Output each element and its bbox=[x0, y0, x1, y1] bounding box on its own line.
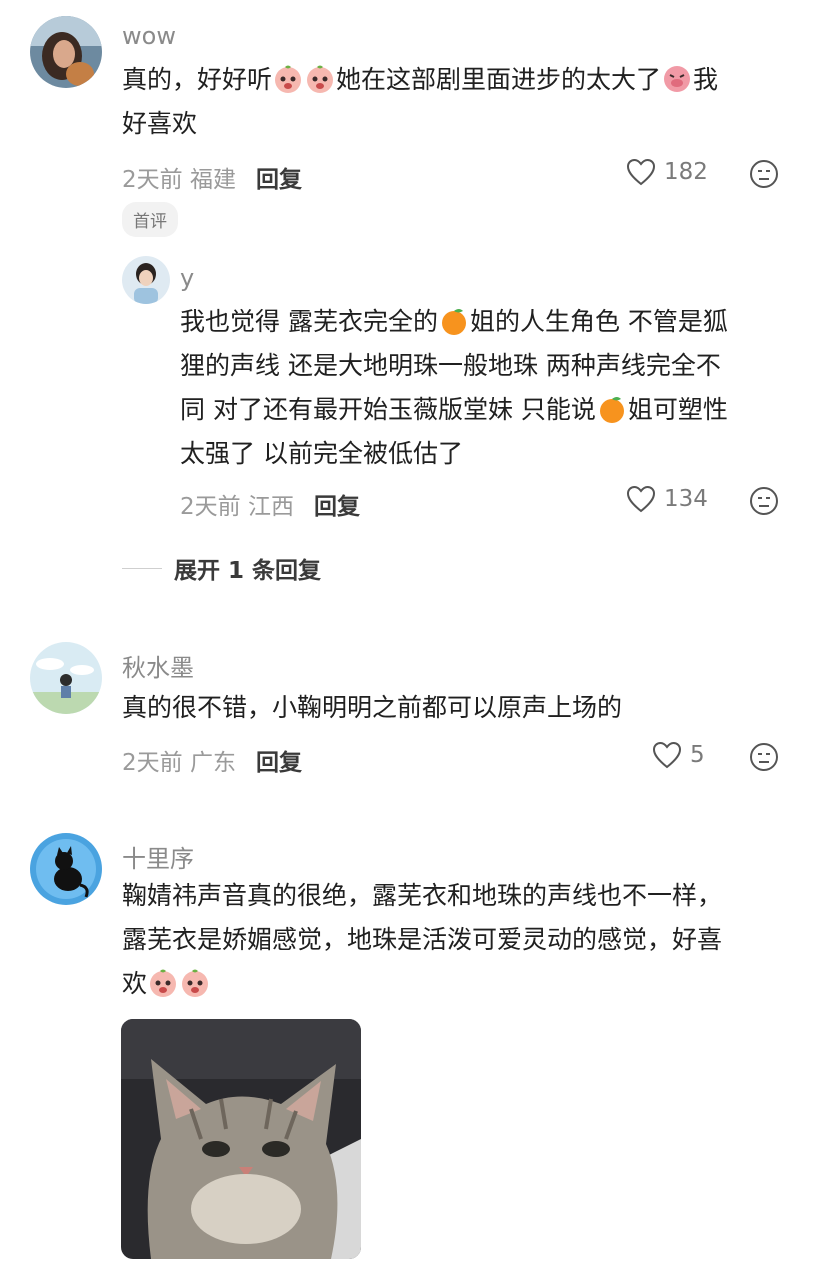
avatar[interactable] bbox=[30, 16, 102, 88]
expand-replies-button[interactable]: 展开 1 条回复 bbox=[122, 551, 321, 585]
crying-peach-emoji bbox=[273, 64, 303, 94]
reply-username[interactable]: y bbox=[180, 264, 194, 292]
comment-text: 鞠婧祎声音真的很绝，露芜衣和地珠的声线也不一样， 露芜衣是娇媚感觉，地珠是活泼可… bbox=[122, 881, 723, 998]
reply-avatar[interactable] bbox=[122, 256, 170, 304]
comment-location: 广东 bbox=[189, 750, 236, 776]
reply-location: 江西 bbox=[247, 494, 294, 520]
like-count: 134 bbox=[664, 486, 708, 512]
dislike-face-icon[interactable] bbox=[749, 159, 779, 193]
comment-username[interactable]: 十里序 bbox=[122, 839, 194, 874]
comment-time: 2天前 bbox=[122, 750, 183, 776]
first-comment-badge: 首评 bbox=[122, 202, 178, 237]
comment-text: 真的很不错，小鞠明明之前都可以原声上场的 bbox=[122, 693, 623, 722]
like-count: 182 bbox=[664, 159, 708, 185]
comment-username[interactable]: wow bbox=[122, 22, 176, 50]
like-count: 5 bbox=[690, 742, 705, 768]
divider bbox=[122, 567, 162, 569]
orange-emoji bbox=[439, 306, 469, 336]
orange-emoji bbox=[597, 394, 627, 424]
heart-icon bbox=[652, 741, 682, 769]
reply-button[interactable]: 回复 bbox=[314, 487, 360, 521]
comment-meta: 2天前 广东 回复 bbox=[122, 743, 302, 777]
comment-text: 真的，好好听 她在这部剧里面进步的太大了我好喜欢 bbox=[122, 64, 719, 138]
like-button[interactable]: 182 bbox=[626, 158, 708, 186]
avatar[interactable] bbox=[30, 833, 102, 905]
reply-time: 2天前 bbox=[180, 494, 241, 520]
avatar[interactable] bbox=[30, 642, 102, 714]
dislike-face-icon[interactable] bbox=[749, 486, 779, 520]
crying-peach-emoji bbox=[305, 64, 335, 94]
heart-icon bbox=[626, 158, 656, 186]
comment-username[interactable]: 秋水墨 bbox=[122, 648, 194, 683]
reply-button[interactable]: 回复 bbox=[256, 160, 302, 194]
reply-text: 我也觉得 露芜衣完全的 姐的人生角色 不管是狐 狸的声线 还是大地明珠一般地珠 两种… bbox=[180, 306, 728, 468]
comment-location: 福建 bbox=[189, 167, 236, 193]
pig-emoji bbox=[662, 64, 692, 94]
reply-meta: 2天前 江西 回复 bbox=[180, 487, 360, 521]
comment-time: 2天前 bbox=[122, 167, 183, 193]
cat-photo-icon bbox=[121, 1019, 361, 1259]
comment-image[interactable] bbox=[121, 1019, 361, 1259]
dislike-face-icon[interactable] bbox=[749, 742, 779, 776]
comment-meta: 2天前 福建 回复 bbox=[122, 160, 302, 194]
crying-peach-emoji bbox=[180, 968, 210, 998]
like-button[interactable]: 5 bbox=[652, 741, 705, 769]
crying-peach-emoji bbox=[148, 968, 178, 998]
heart-icon bbox=[626, 485, 656, 513]
reply-button[interactable]: 回复 bbox=[256, 743, 302, 777]
like-button[interactable]: 134 bbox=[626, 485, 708, 513]
